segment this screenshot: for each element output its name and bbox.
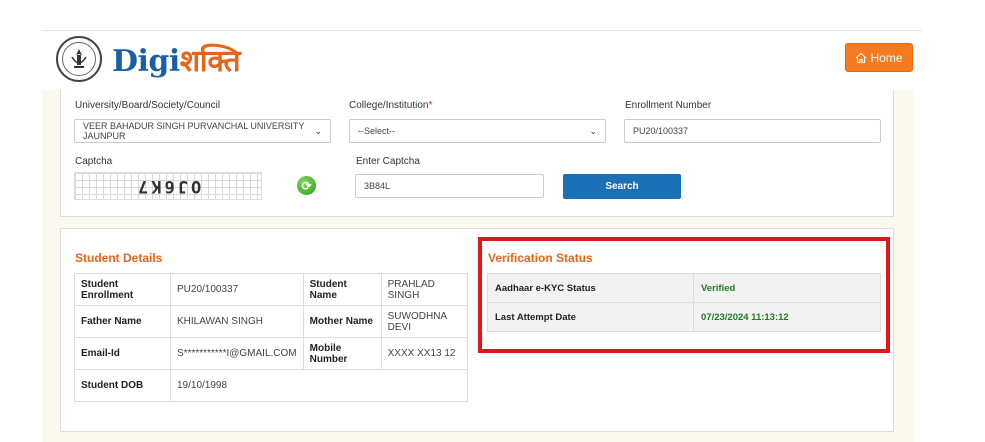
cell-value: S***********I@GMAIL.COM	[170, 337, 304, 370]
cell-label: Aadhaar e-KYC Status	[487, 273, 694, 303]
chevron-down-icon: ⌄	[314, 125, 322, 136]
cell-value: KHILAWAN SINGH	[170, 305, 304, 338]
student-details-table: Student Enrollment PU20/100337 Student N…	[74, 273, 469, 402]
date-value: 07/23/2024 11:13:12	[693, 302, 881, 332]
university-select-value: VEER BAHADUR SINGH PURVANCHAL UNIVERSITY…	[83, 121, 305, 141]
search-button[interactable]: Search	[563, 174, 681, 199]
cell-label: Mother Name	[302, 305, 382, 338]
captcha-text: OJ6K7	[134, 176, 202, 196]
enrollment-input[interactable]: PU20/100337	[624, 119, 881, 143]
cell-value: PRAHLAD SINGH	[380, 273, 469, 306]
verification-status-title: Verification Status	[488, 251, 593, 265]
enrollment-input-value: PU20/100337	[633, 126, 689, 136]
cell-label: Student Enrollment	[74, 273, 171, 306]
digishakti-logo[interactable]: Digiशक्ति	[112, 31, 241, 87]
enrollment-label: Enrollment Number	[625, 100, 712, 111]
table-row: Father Name KHILAWAN SINGH Mother Name S…	[74, 305, 469, 338]
cell-label: Mobile Number	[302, 337, 382, 370]
state-emblem-logo	[56, 36, 102, 82]
required-marker: *	[428, 100, 433, 111]
captcha-input-value: 3B84L	[364, 181, 391, 191]
college-select-value: --Select--	[358, 126, 396, 136]
enter-captcha-label: Enter Captcha	[356, 156, 420, 167]
university-select[interactable]: VEER BAHADUR SINGH PURVANCHAL UNIVERSITY…	[74, 119, 331, 143]
page: Digiशक्ति Home University/Board/Society/…	[0, 0, 985, 442]
cell-label: Student DOB	[74, 369, 171, 402]
cell-label: Last Attempt Date	[487, 302, 694, 332]
table-row: Student DOB 19/10/1998	[74, 369, 468, 402]
refresh-captcha-icon[interactable]: ⟳	[297, 176, 316, 195]
home-button[interactable]: Home	[845, 43, 913, 72]
status-value: Verified	[693, 273, 881, 303]
college-label: College/Institution*	[349, 100, 433, 111]
chevron-down-icon: ⌄	[589, 125, 597, 136]
table-row: Aadhaar e-KYC Status Verified	[487, 273, 881, 303]
student-details-title: Student Details	[75, 251, 163, 265]
home-button-label: Home	[870, 50, 903, 65]
cell-value: SUWODHNA DEVI	[380, 305, 469, 338]
captcha-image: OJ6K7	[74, 172, 262, 200]
table-row: Last Attempt Date 07/23/2024 11:13:12	[487, 302, 881, 332]
college-select[interactable]: --Select-- ⌄	[349, 119, 606, 143]
cell-value: XXXX XX13 12	[380, 337, 469, 370]
captcha-input[interactable]: 3B84L	[355, 174, 544, 198]
cell-label: Father Name	[74, 305, 171, 338]
logo-prefix: Digi	[112, 43, 180, 79]
captcha-label: Captcha	[75, 156, 113, 167]
cell-value: 19/10/1998	[170, 369, 468, 402]
cell-value: PU20/100337	[170, 273, 304, 306]
university-label: University/Board/Society/Council	[75, 100, 221, 111]
table-row: Email-Id S***********I@GMAIL.COM Mobile …	[74, 337, 469, 370]
cell-label: Student Name	[302, 273, 382, 306]
header: Digiशक्ति Home	[42, 30, 922, 90]
verification-table: Aadhaar e-KYC Status Verified Last Attem…	[487, 273, 881, 332]
home-icon	[856, 52, 867, 63]
cell-label: Email-Id	[74, 337, 171, 370]
logo-suffix: शक्ति	[179, 43, 241, 79]
table-row: Student Enrollment PU20/100337 Student N…	[74, 273, 469, 306]
